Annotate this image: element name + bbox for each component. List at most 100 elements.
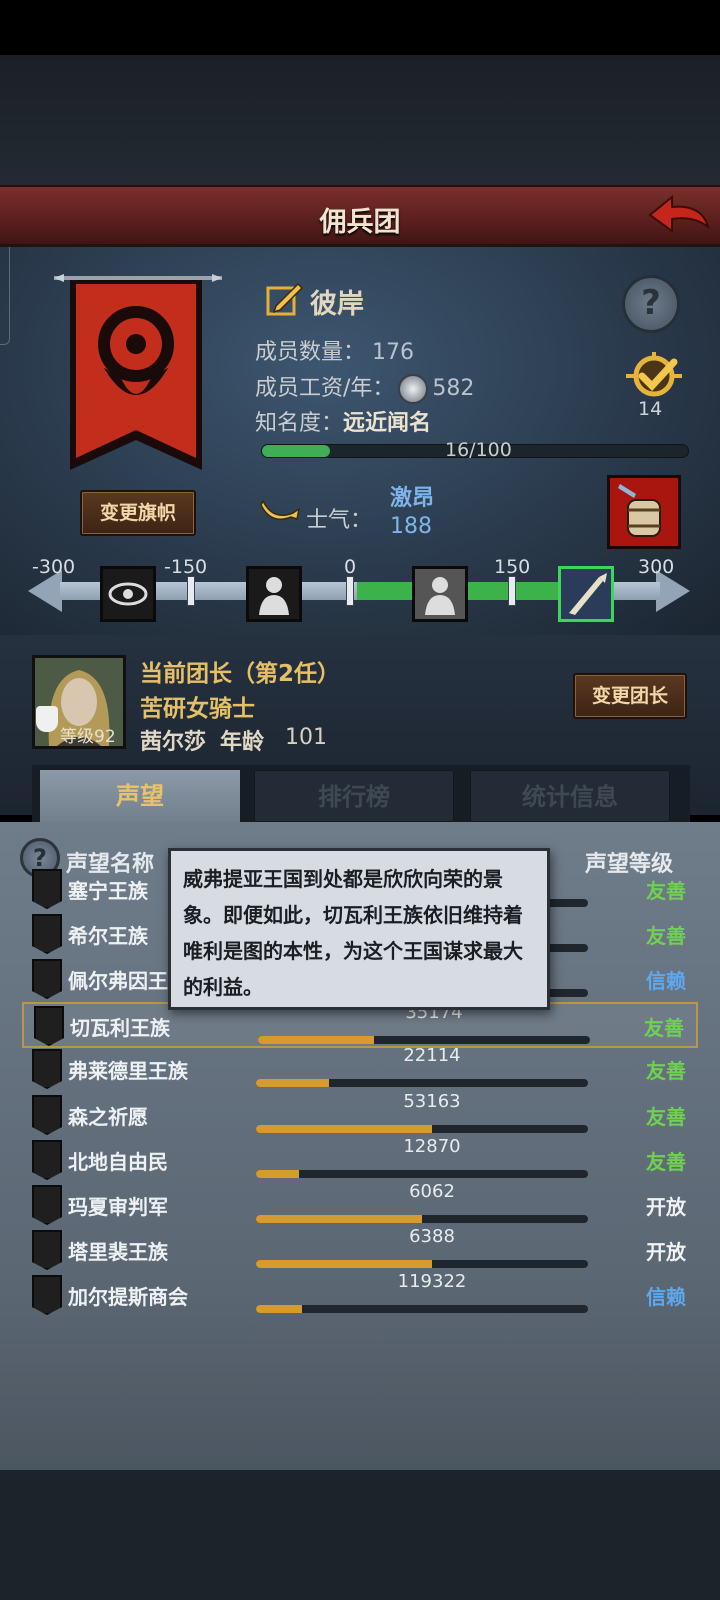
scale-label: -150: [164, 556, 208, 578]
reputation-progress-bar: [258, 1036, 590, 1044]
reputation-level: 友善: [646, 1105, 686, 1129]
guild-name: 彼岸: [310, 289, 364, 320]
faction-reputation-value: 12870: [403, 1136, 461, 1157]
faction-crest-icon: [32, 1230, 62, 1270]
reputation-row[interactable]: 塔里裴王族 6388 开放: [22, 1226, 698, 1274]
faction-reputation-value: 6062: [409, 1181, 455, 1202]
leader-class: 苦研女骑士: [140, 696, 255, 722]
morale-calm-icon[interactable]: [412, 566, 468, 622]
leader-level: 等级92: [60, 727, 116, 747]
edit-name-icon[interactable]: [264, 280, 304, 318]
salary-value: 582: [432, 376, 475, 401]
scale-tick: [346, 576, 354, 606]
morale-state: 激昂: [390, 486, 435, 511]
fame-value: 远近闻名: [343, 411, 432, 436]
tab-ranking[interactable]: 排行榜: [254, 770, 454, 822]
silver-coin-icon: [398, 374, 429, 404]
morale-label: 士气：: [306, 508, 373, 533]
leader-age-label: 年龄: [220, 730, 265, 755]
reputation-progress-fill: [256, 1125, 432, 1133]
tab-statistics[interactable]: 统计信息: [470, 770, 670, 822]
top-backdrop: [0, 55, 720, 185]
reputation-row[interactable]: 加尔提斯商会 119322 信赖: [22, 1271, 698, 1319]
leader-title: 当前团长（第2任）: [140, 661, 341, 687]
faction-reputation-value: 119322: [397, 1271, 467, 1292]
reputation-progress-fill: [256, 1215, 422, 1223]
tavern-barrel-icon[interactable]: [607, 475, 681, 549]
faction-crest-icon: [32, 1095, 62, 1135]
members-value: 176: [372, 340, 415, 365]
members-label: 成员数量：: [255, 340, 366, 365]
faction-reputation-value: 22114: [403, 1045, 461, 1066]
reputation-level: 信赖: [646, 1285, 686, 1309]
reputation-level: 友善: [644, 1016, 684, 1040]
reputation-row[interactable]: 森之祈愿 53163 友善: [22, 1091, 698, 1139]
members-row: 成员数量： 176: [255, 334, 414, 366]
faction-reputation-value: 53163: [403, 1091, 461, 1112]
faction-crest-icon: [32, 1275, 62, 1315]
reputation-progress-fill: [256, 1170, 300, 1178]
scale-tick: [508, 576, 516, 606]
leader-age-value: 101: [285, 725, 327, 750]
horn-icon: [259, 495, 301, 525]
change-leader-button[interactable]: 变更团长: [573, 673, 687, 719]
reputation-progress-bar: [256, 1079, 588, 1087]
faction-crest-icon: [32, 914, 62, 954]
faction-name: 森之祈愿: [68, 1105, 148, 1129]
morale-despair-icon[interactable]: [246, 566, 302, 622]
faction-crest-icon: [32, 1049, 62, 1089]
reputation-progress-fill: [256, 1260, 432, 1268]
faction-name: 北地自由民: [68, 1150, 168, 1174]
salary-row: 成员工资/年： 582: [255, 370, 474, 404]
faction-crest-icon: [32, 1140, 62, 1180]
reputation-level: 友善: [646, 1150, 686, 1174]
tab-reputation[interactable]: 声望: [40, 770, 240, 822]
back-arrow-icon[interactable]: [646, 193, 710, 239]
faction-tooltip: 威弗提亚王国到处都是欣欣向荣的景象。即便如此，切瓦利王族依旧维持着唯利是图的本性…: [168, 848, 550, 1010]
reputation-level: 开放: [646, 1240, 686, 1264]
game-screen: 佣兵团 变更旗帜 彼岸 ? 成员数量： 176 成员工资/年： 582 知名度：…: [0, 0, 720, 1600]
scale-label: 150: [494, 556, 531, 578]
change-flag-button[interactable]: 变更旗帜: [80, 490, 196, 536]
reputation-level: 友善: [646, 879, 686, 903]
reputation-row[interactable]: 玛夏审判军 6062 开放: [22, 1181, 698, 1229]
bottom-area: [0, 1470, 720, 1600]
help-icon[interactable]: ?: [622, 275, 680, 333]
morale-excited-icon[interactable]: [558, 566, 614, 622]
morale-eye-icon[interactable]: [100, 566, 156, 622]
reputation-row[interactable]: 北地自由民 12870 友善: [22, 1136, 698, 1184]
reputation-progress-fill: [258, 1036, 375, 1044]
achievement-count: 14: [638, 398, 663, 420]
page-title: 佣兵团: [319, 207, 401, 238]
fame-progress-text: 16/100: [445, 439, 512, 461]
faction-name: 切瓦利王族: [70, 1016, 170, 1040]
reputation-progress-bar: [256, 1260, 588, 1268]
faction-name: 塔里裴王族: [68, 1240, 168, 1264]
reputation-progress-bar: [256, 1305, 588, 1313]
leader-name: 茜尔莎: [140, 730, 207, 755]
reputation-level: 信赖: [646, 969, 686, 993]
fame-label: 知名度：: [255, 411, 344, 436]
reputation-row[interactable]: 弗莱德里王族 22114 友善: [22, 1045, 698, 1093]
faction-name: 塞宁王族: [68, 879, 148, 903]
faction-name: 玛夏审判军: [68, 1195, 168, 1219]
scale-label: -300: [32, 556, 76, 578]
faction-crest-icon: [32, 959, 62, 999]
faction-crest-icon: [34, 1006, 64, 1046]
reputation-progress-bar: [256, 1215, 588, 1223]
faction-name: 佩尔弗因王: [68, 969, 168, 993]
faction-name: 希尔王族: [68, 924, 148, 948]
reputation-progress-fill: [256, 1079, 330, 1087]
guild-banner[interactable]: [52, 272, 224, 482]
reputation-level: 开放: [646, 1195, 686, 1219]
fame-row: 知名度：远近闻名: [255, 405, 431, 437]
reputation-progress-bar: [256, 1125, 588, 1133]
morale-value: 188: [390, 514, 432, 539]
faction-name: 加尔提斯商会: [68, 1285, 188, 1309]
faction-crest-icon: [32, 869, 62, 909]
shield-icon: [36, 706, 58, 732]
scale-tick: [187, 576, 195, 606]
salary-label: 成员工资/年：: [255, 376, 395, 401]
reputation-level: 友善: [646, 1059, 686, 1083]
scale-label: 0: [344, 556, 357, 578]
